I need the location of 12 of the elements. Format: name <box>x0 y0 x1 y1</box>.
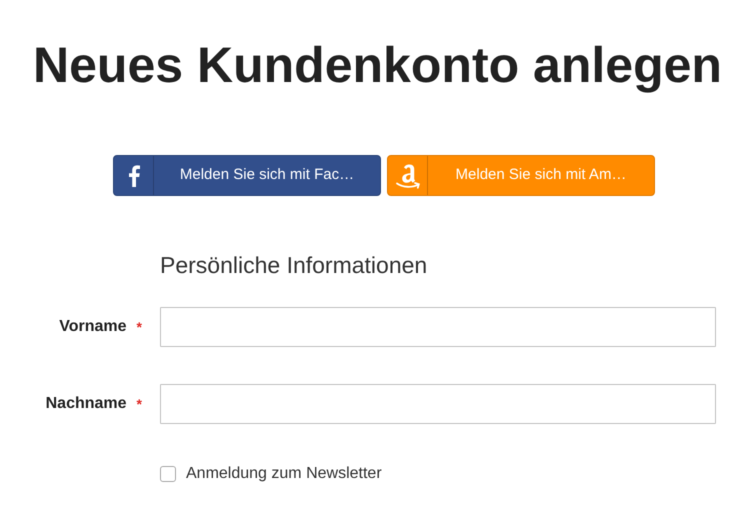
text-input-field[interactable] <box>160 307 716 347</box>
facebook-logo-icon <box>128 164 140 186</box>
facebook-login-button[interactable]: Melden Sie sich mit Fac… <box>113 155 381 196</box>
text-input-field[interactable] <box>160 384 716 424</box>
newsletter-label: Anmeldung zum Newsletter <box>186 464 382 484</box>
field-label: Vorname <box>59 317 127 337</box>
field-label: Nachname <box>46 394 127 414</box>
newsletter-checkbox[interactable] <box>160 466 176 482</box>
section-heading: Persönliche Informationen <box>160 251 428 280</box>
required-asterisk: * <box>136 318 142 336</box>
required-asterisk: * <box>136 394 142 414</box>
amazon-logo-icon <box>394 162 420 190</box>
